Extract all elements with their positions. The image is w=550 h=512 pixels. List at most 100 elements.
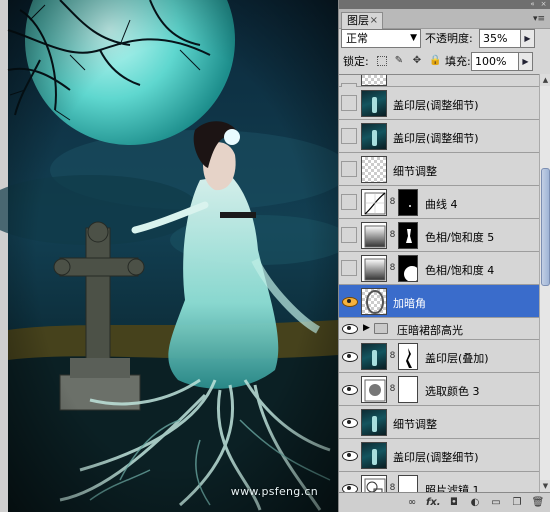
- layer-name: 选取颜色 3: [425, 385, 480, 398]
- layer-thumbnail: [361, 123, 387, 150]
- layer-row[interactable]: 8 色相/饱和度 4: [339, 252, 539, 285]
- opacity-input[interactable]: 35%: [479, 29, 521, 48]
- visibility-toggle[interactable]: [341, 95, 357, 111]
- blend-mode-value: 正常: [346, 32, 368, 45]
- layer-row[interactable]: 盖印层(调整细节): [339, 87, 539, 120]
- artwork-illustration: [0, 0, 338, 512]
- expand-arrow-icon[interactable]: ▶: [363, 323, 370, 333]
- tab-close-icon[interactable]: ×: [370, 13, 378, 28]
- layer-name: 细节调整: [393, 165, 437, 178]
- chevron-down-icon: ▼: [410, 33, 417, 43]
- layer-row[interactable]: 8 色相/饱和度 5: [339, 219, 539, 252]
- layer-mask-thumbnail[interactable]: [398, 343, 418, 370]
- visibility-toggle[interactable]: [341, 161, 357, 177]
- layer-row[interactable]: 盖印层(调整细节): [339, 120, 539, 153]
- layer-mask-thumbnail[interactable]: [398, 376, 418, 403]
- layer-list-scrollbar[interactable]: ▲ ▼: [539, 74, 550, 492]
- layer-row[interactable]: 细节调整: [339, 153, 539, 186]
- eye-icon[interactable]: [341, 320, 358, 336]
- lock-icons: ✎ ✥ 🔒: [377, 55, 441, 68]
- padlock-icon[interactable]: 🔒: [429, 55, 441, 67]
- lock-fill-row: 锁定: ✎ ✥ 🔒 填充: 100% ▶: [341, 52, 549, 71]
- layers-bottom-toolbar: ∞ fx. ◘ ◐ ▭ ❐ 🗑: [339, 492, 550, 512]
- layer-row[interactable]: 盖印层(调整细节): [339, 439, 539, 472]
- layer-mask-thumbnail[interactable]: [398, 255, 418, 282]
- layer-mask-thumbnail[interactable]: [398, 222, 418, 249]
- tab-layers[interactable]: 图层 ×: [341, 12, 383, 29]
- fill-slider-button[interactable]: ▶: [519, 52, 533, 71]
- new-group-icon[interactable]: ▭: [489, 496, 503, 510]
- layer-name: 盖印层(调整细节): [393, 451, 479, 464]
- visibility-toggle[interactable]: [341, 227, 357, 243]
- eye-icon[interactable]: [341, 447, 358, 463]
- move-lock-icon[interactable]: ✥: [411, 55, 423, 67]
- photo-filter-adjustment-icon: [361, 475, 387, 492]
- layer-thumbnail: [361, 442, 387, 469]
- layer-group-row[interactable]: ▶ 压暗裙部高光: [339, 318, 539, 340]
- layer-thumbnail: [361, 90, 387, 117]
- panel-tab-row: 图层 × ▾≡: [339, 9, 550, 29]
- checkerboard-lock-icon[interactable]: [377, 56, 387, 66]
- layer-thumbnail: [361, 409, 387, 436]
- layer-name: 细节调整: [393, 418, 437, 431]
- layer-name: 曲线 4: [425, 198, 458, 211]
- layer-row[interactable]: 8 盖印层(叠加): [339, 340, 539, 373]
- panel-titlebar[interactable]: « ×: [339, 0, 550, 9]
- scroll-up-icon[interactable]: ▲: [540, 74, 550, 86]
- fill-input[interactable]: 100%: [471, 52, 519, 71]
- opacity-slider-button[interactable]: ▶: [521, 29, 535, 48]
- scrollbar-thumb[interactable]: [541, 168, 550, 286]
- layer-row[interactable]: 细节调整: [339, 406, 539, 439]
- layer-row[interactable]: 8 照片滤镜 1: [339, 472, 539, 492]
- curves-adjustment-icon: [361, 189, 387, 216]
- add-mask-icon[interactable]: ◘: [447, 496, 461, 510]
- link-icon: 8: [389, 263, 396, 273]
- link-icon: 8: [389, 197, 396, 207]
- opacity-label: 不透明度:: [425, 32, 473, 45]
- layer-name: 照片滤镜 1: [425, 484, 480, 492]
- layer-name: 压暗裙部高光: [397, 324, 463, 337]
- layer-name: 盖印层(调整细节): [393, 99, 479, 112]
- adjustment-layer-icon[interactable]: ◐: [468, 496, 482, 510]
- visibility-toggle[interactable]: [341, 260, 357, 276]
- new-layer-icon[interactable]: ❐: [510, 496, 524, 510]
- link-icon: 8: [389, 384, 396, 394]
- trash-icon[interactable]: 🗑: [531, 496, 545, 510]
- visibility-toggle[interactable]: [341, 128, 357, 144]
- layer-row[interactable]: 8 曲线 4: [339, 186, 539, 219]
- layer-row-selected[interactable]: 加暗角: [339, 285, 539, 318]
- layer-name: 盖印层(叠加): [425, 352, 489, 365]
- blend-mode-select[interactable]: 正常 ▼: [341, 29, 421, 48]
- hue-saturation-adjustment-icon: [361, 222, 387, 249]
- eye-icon[interactable]: [341, 381, 358, 397]
- scroll-down-icon[interactable]: ▼: [540, 480, 550, 492]
- visibility-toggle[interactable]: [341, 194, 357, 210]
- layer-row[interactable]: 8 选取颜色 3: [339, 373, 539, 406]
- fill-value: 100%: [475, 55, 507, 68]
- layer-name: 加暗角: [393, 297, 426, 310]
- link-icon: 8: [389, 351, 396, 361]
- opacity-value: 35%: [483, 32, 508, 45]
- fx-icon[interactable]: fx.: [426, 496, 441, 510]
- collapse-icon[interactable]: «: [529, 1, 536, 8]
- watermark-text: www.psfeng.cn: [230, 485, 318, 498]
- panel-menu-icon[interactable]: ▾≡: [533, 14, 545, 24]
- eye-icon[interactable]: [341, 480, 358, 492]
- brush-lock-icon[interactable]: ✎: [393, 55, 405, 67]
- layer-thumbnail: [361, 156, 387, 183]
- fill-label: 填充:: [445, 55, 471, 68]
- hue-saturation-adjustment-icon: [361, 255, 387, 282]
- layer-row[interactable]: [339, 75, 539, 99]
- layer-thumbnail: [361, 343, 387, 370]
- eye-icon[interactable]: [341, 414, 358, 430]
- lock-label: 锁定:: [343, 55, 369, 68]
- link-icon: 8: [389, 230, 396, 240]
- tab-layers-label: 图层: [347, 14, 369, 27]
- close-panel-icon[interactable]: ×: [540, 1, 547, 8]
- link-layers-icon[interactable]: ∞: [405, 496, 419, 510]
- eye-icon[interactable]: [341, 348, 358, 364]
- layer-mask-thumbnail[interactable]: [398, 475, 418, 492]
- layer-mask-thumbnail[interactable]: [398, 189, 418, 216]
- eye-icon[interactable]: [341, 293, 358, 309]
- layer-thumbnail: [361, 288, 387, 315]
